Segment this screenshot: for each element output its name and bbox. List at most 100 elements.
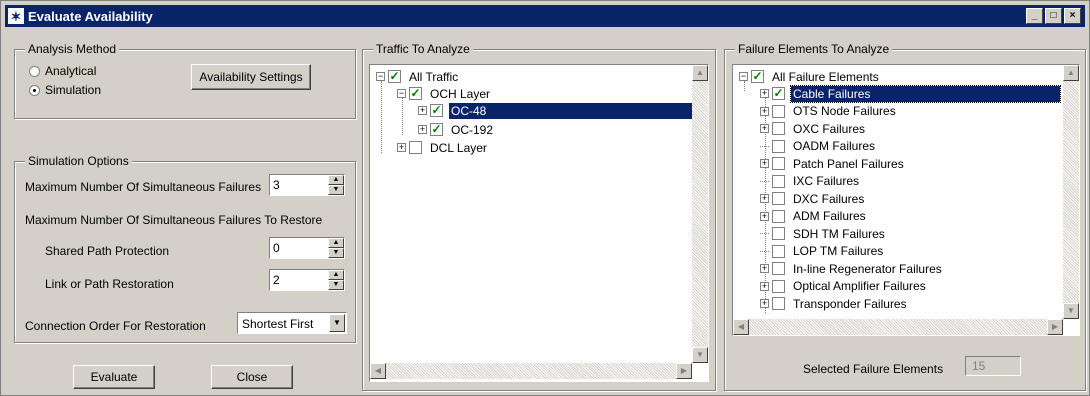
tree-node-all-failure-elements[interactable]: − ✓ All Failure Elements [739,68,881,85]
spin-down-icon[interactable]: ▼ [328,248,344,258]
radio-indicator [29,65,40,77]
close-button[interactable]: Close [211,365,293,389]
failure-item[interactable]: SDH TM Failures [760,225,887,242]
failure-item[interactable]: + OTS Node Failures [760,103,898,120]
tree-node-dcl-layer[interactable]: + DCL Layer [397,139,489,156]
expand-icon[interactable]: + [418,125,427,134]
failure-item[interactable]: IXC Failures [760,173,861,190]
spin-up-icon[interactable]: ▲ [328,175,344,185]
checkbox-empty-icon[interactable] [772,139,785,153]
failure-tree[interactable]: − ✓ All Failure Elements + ✓ Cable Failures +… [732,64,1080,336]
checkbox-empty-icon[interactable] [772,157,785,170]
node-label: SDH TM Failures [793,226,885,241]
node-label: Patch Panel Failures [793,156,904,171]
failure-item[interactable]: + OXC Failures [760,120,867,137]
simulation-options-group: Simulation Options Maximum Number Of Sim… [14,154,356,343]
expand-icon[interactable]: + [397,143,406,152]
checkbox-checked-icon[interactable]: ✓ [388,70,401,83]
checkbox-empty-icon[interactable] [772,192,785,205]
failure-item[interactable]: + ADM Failures [760,208,868,225]
spin-up-icon[interactable]: ▲ [328,238,344,248]
checkbox-empty-icon[interactable] [772,244,785,258]
scroll-up-icon[interactable]: ▲ [692,65,708,81]
traffic-tree[interactable]: − ✓ All Traffic − ✓ OCH Layer + ✓ OC-48 + ✓ OC-1… [369,64,709,382]
failure-item[interactable]: + DXC Failures [760,190,866,207]
expand-icon[interactable]: + [760,211,769,221]
failure-item[interactable]: + In-line Regenerator Failures [760,260,944,277]
scroll-left-icon[interactable]: ◀ [370,363,386,379]
spin-down-icon[interactable]: ▼ [328,280,344,290]
spin-down-icon[interactable]: ▼ [328,185,344,195]
checkbox-empty-icon[interactable] [772,227,785,240]
shared-path-spinner[interactable]: 0 ▲ ▼ [269,237,345,259]
tree-node-all-traffic[interactable]: − ✓ All Traffic [376,68,460,85]
checkbox-checked-icon[interactable]: ✓ [772,87,785,100]
expand-icon[interactable]: + [760,264,769,273]
checkbox-checked-icon[interactable]: ✓ [751,70,764,83]
failure-item[interactable]: + Optical Amplifier Failures [760,278,928,295]
checkbox-empty-icon[interactable] [409,141,422,154]
connection-order-label: Connection Order For Restoration [25,319,206,333]
checkbox-empty-icon[interactable] [772,122,785,135]
checkbox-empty-icon[interactable] [772,104,785,118]
scroll-down-icon[interactable]: ▼ [692,347,708,363]
expand-icon[interactable]: + [760,106,769,116]
failure-vertical-scrollbar[interactable] [1063,65,1079,319]
link-path-value: 2 [273,273,280,287]
minimize-button[interactable]: _ [1026,8,1043,24]
max-restore-label: Maximum Number Of Simultaneous Failures … [25,213,323,227]
failure-item[interactable]: + Patch Panel Failures [760,155,906,172]
chevron-down-icon[interactable]: ▼ [329,314,345,332]
failure-item[interactable]: + ✓ Cable Failures [760,84,1061,103]
scroll-left-icon[interactable]: ◀ [733,319,749,335]
maximize-button[interactable]: □ [1045,8,1062,24]
expand-icon[interactable]: + [760,194,769,203]
expand-icon[interactable]: + [418,106,427,115]
checkbox-checked-icon[interactable]: ✓ [430,123,443,136]
tree-node-oc48[interactable]: + ✓ OC-48 [418,102,700,119]
tree-node-oc192[interactable]: + ✓ OC-192 [418,121,495,138]
close-window-button[interactable]: × [1064,8,1081,24]
node-label: Transponder Failures [793,296,907,311]
failure-item[interactable]: + Transponder Failures [760,295,909,312]
checkbox-empty-icon[interactable] [772,279,785,293]
traffic-vertical-scrollbar[interactable] [692,65,708,363]
collapse-icon[interactable]: − [376,72,385,81]
checkbox-checked-icon[interactable]: ✓ [430,104,443,117]
evaluate-button[interactable]: Evaluate [73,365,155,389]
expand-icon[interactable]: + [760,299,769,308]
checkbox-checked-icon[interactable]: ✓ [409,87,422,100]
failure-horizontal-scrollbar[interactable] [733,319,1063,335]
expand-icon[interactable]: + [760,89,769,98]
collapse-icon[interactable]: − [397,89,406,98]
node-label: OCH Layer [430,86,491,101]
scroll-up-icon[interactable]: ▲ [1063,65,1079,81]
checkbox-empty-icon[interactable] [772,209,785,223]
expand-icon[interactable]: + [760,159,769,168]
tree-node-och-layer[interactable]: − ✓ OCH Layer [397,85,492,102]
node-label: Optical Amplifier Failures [793,279,926,293]
collapse-icon[interactable]: − [739,72,748,81]
analysis-method-legend: Analysis Method [25,42,120,56]
checkbox-empty-icon[interactable] [772,262,785,275]
simulation-radio[interactable]: Simulation [29,83,101,97]
failure-item[interactable]: OADM Failures [760,138,877,155]
link-path-spinner[interactable]: 2 ▲ ▼ [269,269,345,291]
connection-order-select[interactable]: Shortest First ▼ [237,312,347,334]
evaluate-availability-window: ✶ Evaluate Availability _ □ × Analysis M… [0,0,1090,396]
spin-up-icon[interactable]: ▲ [328,270,344,280]
connection-order-value: Shortest First [242,317,314,331]
max-simultaneous-spinner[interactable]: 3 ▲ ▼ [269,174,345,196]
failure-item[interactable]: LOP TM Failures [760,243,885,260]
analytical-radio[interactable]: Analytical [29,64,96,78]
title-bar[interactable]: ✶ Evaluate Availability _ □ × [5,5,1085,27]
scroll-right-icon[interactable]: ▶ [1047,319,1063,335]
scroll-down-icon[interactable]: ▼ [1063,303,1079,319]
availability-settings-button[interactable]: Availability Settings [191,64,311,90]
expand-icon[interactable]: + [760,124,769,133]
traffic-horizontal-scrollbar[interactable] [370,363,692,379]
checkbox-empty-icon[interactable] [772,174,785,188]
scroll-right-icon[interactable]: ▶ [676,363,692,379]
expand-icon[interactable]: + [760,281,769,291]
checkbox-empty-icon[interactable] [772,297,785,310]
